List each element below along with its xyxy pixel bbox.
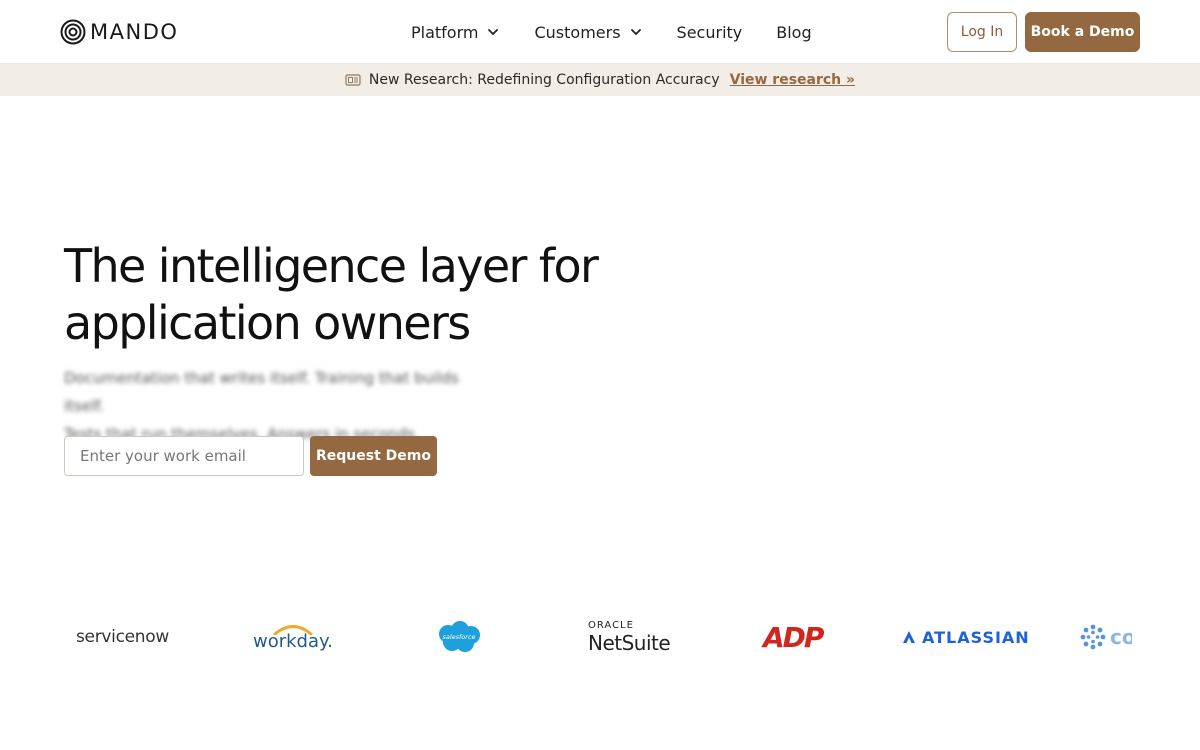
brand-logo[interactable]: MANDO — [60, 19, 178, 45]
brand-name: MANDO — [90, 20, 179, 44]
atlassian-logo: ATLASSIAN — [902, 610, 1030, 664]
adp-logo: ADP — [763, 610, 824, 664]
chevron-down-icon — [630, 29, 641, 35]
salesforce-cloud-icon: salesforce — [439, 621, 480, 652]
nav-item-customers[interactable]: Customers — [534, 23, 642, 42]
banner-text: New Research: Redefining Configuration A… — [368, 72, 720, 88]
work-email-input[interactable] — [64, 436, 304, 476]
mando-logo-icon — [60, 19, 86, 45]
hero-title-line-1: The intelligence layer for — [64, 239, 599, 293]
nav-item-label: Customers — [534, 22, 621, 42]
request-demo-button[interactable]: Request Demo — [310, 436, 437, 476]
atlassian-wordmark: ATLASSIAN — [922, 627, 1030, 647]
chevron-down-icon — [488, 29, 499, 35]
nav-item-blog[interactable]: Blog — [776, 23, 811, 42]
nav-item-platform[interactable]: Platform — [411, 23, 500, 42]
hero-subtitle-line-1: Documentation that writes itself. Traini… — [64, 369, 459, 415]
view-research-link[interactable]: View research » — [730, 72, 855, 88]
nav-item-label: Security — [676, 22, 743, 42]
book-demo-button[interactable]: Book a Demo — [1025, 12, 1140, 52]
oracle-netsuite-logo: ORACLE NetSuite — [588, 610, 671, 664]
salesforce-logo: salesforce — [434, 610, 484, 664]
coupa-burst-icon — [1080, 624, 1106, 650]
servicenow-wordmark: servicenow — [76, 627, 169, 647]
newspaper-icon — [345, 74, 361, 86]
workday-wordmark: workday. — [253, 630, 333, 652]
coupa-wordmark: co — [1110, 625, 1132, 649]
nav-item-label: Platform — [411, 22, 479, 42]
hero-title-line-2: application owners — [64, 296, 471, 350]
customer-logo-strip: servicenow workday. salesforce ORACLE Ne… — [60, 610, 1132, 664]
servicenow-logo: servicenow — [76, 610, 169, 664]
netsuite-wordmark: NetSuite — [588, 631, 671, 655]
nav-item-label: Blog — [776, 22, 812, 42]
hero-title: The intelligence layer for application o… — [64, 238, 624, 352]
announcement-banner: New Research: Redefining Configuration A… — [0, 64, 1200, 96]
top-navigation: MANDO Platform Customers Security Blog L… — [0, 0, 1200, 64]
adp-wordmark: ADP — [763, 620, 824, 654]
atlassian-triangle-icon — [903, 631, 915, 643]
nav-item-security[interactable]: Security — [677, 23, 743, 42]
workday-logo: workday. — [253, 610, 333, 664]
coupa-logo: co — [1080, 610, 1132, 664]
login-button[interactable]: Log In — [947, 12, 1017, 52]
nav-links: Platform Customers Security Blog — [411, 0, 846, 64]
salesforce-wordmark: salesforce — [442, 633, 475, 641]
